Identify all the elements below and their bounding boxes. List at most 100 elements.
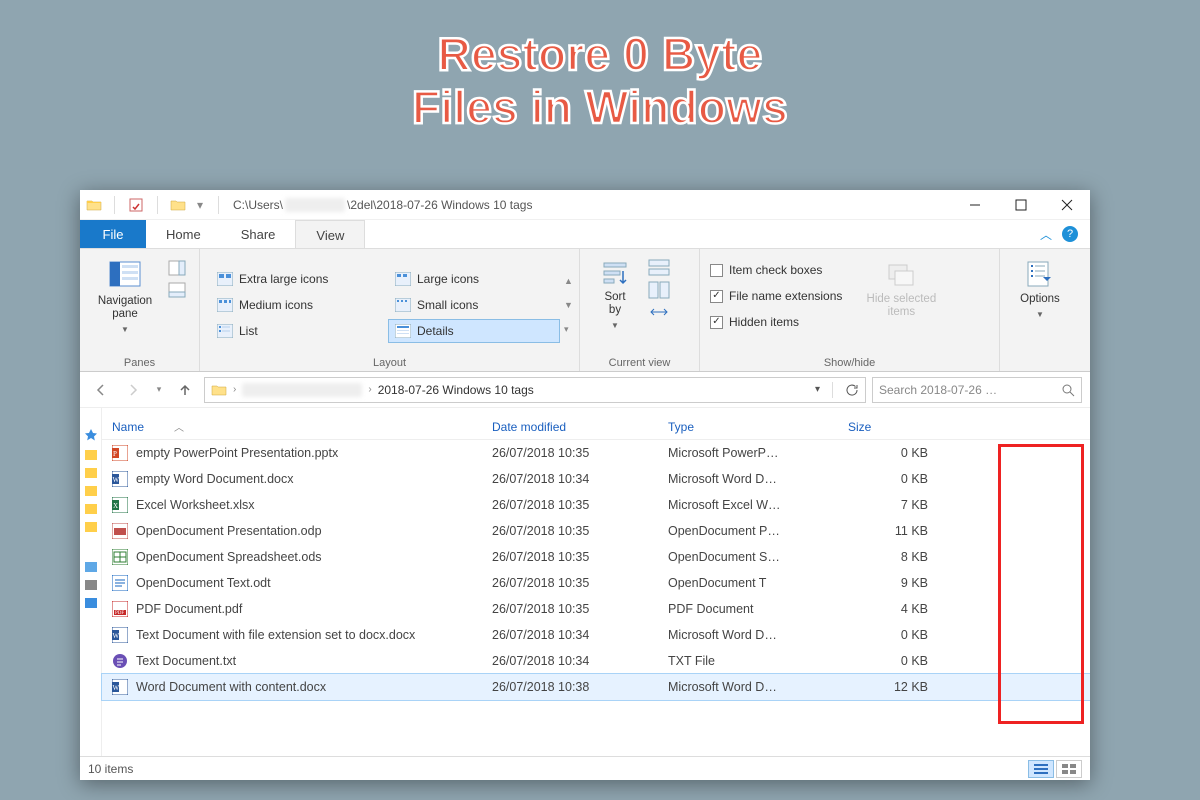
tab-home[interactable]: Home (146, 220, 221, 248)
nav-folder-icon (85, 450, 97, 460)
group-by-icon[interactable] (648, 259, 670, 277)
titlebar: ▾ C:\Users\ \2del\2018-07-26 Windows 10 … (80, 190, 1090, 220)
column-type[interactable]: Type (658, 420, 838, 434)
ribbon: Navigation pane ▼ Panes Extra large icon… (80, 248, 1090, 372)
nav-folder-icon (85, 486, 97, 496)
redacted-username (285, 198, 345, 212)
file-name: PDF Document.pdf (136, 602, 242, 616)
column-size[interactable]: Size (838, 420, 938, 434)
file-row[interactable]: PDF Document.pdf26/07/2018 10:35PDF Docu… (102, 596, 1090, 622)
help-icon[interactable]: ? (1062, 226, 1078, 242)
layout-scroll-down-icon[interactable]: ▼ (564, 300, 573, 310)
recent-locations-button[interactable]: ▾ (152, 377, 166, 403)
headline-line1: Restore 0 Byte (0, 28, 1200, 81)
file-row[interactable]: Word Document with content.docx26/07/201… (102, 674, 1090, 700)
layout-details[interactable]: Details (388, 319, 560, 343)
search-input[interactable]: Search 2018-07-26 … (872, 377, 1082, 403)
status-view-icons-button[interactable] (1056, 760, 1082, 778)
group-panes-label: Panes (90, 355, 189, 369)
status-item-count: 10 items (88, 762, 133, 776)
hide-selected-icon (886, 259, 916, 289)
file-type: Microsoft Word D… (658, 472, 838, 486)
file-row[interactable]: OpenDocument Presentation.odp26/07/2018 … (102, 518, 1090, 544)
layout-small-icons[interactable]: Small icons (388, 293, 560, 317)
file-type-icon (112, 523, 128, 539)
file-row[interactable]: OpenDocument Spreadsheet.ods26/07/2018 1… (102, 544, 1090, 570)
folder-icon-2 (170, 197, 186, 213)
layout-more-icon[interactable]: ▾ (564, 324, 573, 335)
minimize-button[interactable] (952, 190, 998, 220)
layout-medium-icons[interactable]: Medium icons (210, 293, 382, 317)
file-date: 26/07/2018 10:34 (482, 628, 658, 642)
navigation-pane-button[interactable]: Navigation pane ▼ (90, 255, 160, 334)
group-show-hide-label: Show/hide (710, 355, 989, 369)
file-row[interactable]: Excel Worksheet.xlsx26/07/2018 10:35Micr… (102, 492, 1090, 518)
file-name: empty Word Document.docx (136, 472, 293, 486)
tab-view[interactable]: View (295, 220, 365, 249)
file-row[interactable]: OpenDocument Text.odt 26/07/2018 10:35Ope… (102, 570, 1090, 596)
preview-pane-icon[interactable] (168, 259, 186, 277)
status-view-details-button[interactable] (1028, 760, 1054, 778)
close-button[interactable] (1044, 190, 1090, 220)
forward-button (120, 377, 146, 403)
maximize-button[interactable] (998, 190, 1044, 220)
nav-folder-icon (85, 468, 97, 478)
file-type-icon (112, 549, 128, 565)
file-name: OpenDocument Text.odt (136, 576, 271, 590)
file-date: 26/07/2018 10:34 (482, 654, 658, 668)
file-type: OpenDocument T (658, 576, 838, 590)
breadcrumb-current[interactable]: 2018-07-26 Windows 10 tags (378, 383, 534, 397)
file-row[interactable]: empty Word Document.docx26/07/2018 10:34… (102, 466, 1090, 492)
file-type-icon (112, 497, 128, 513)
address-dropdown-icon[interactable]: ▾ (815, 384, 820, 395)
refresh-button[interactable] (845, 383, 859, 397)
checkbox-hidden-items[interactable]: Hidden items (710, 311, 842, 333)
back-button[interactable] (88, 377, 114, 403)
file-type: Microsoft Excel W… (658, 498, 838, 512)
ribbon-collapse-icon[interactable]: ︿ (1040, 226, 1052, 243)
file-name: empty PowerPoint Presentation.pptx (136, 446, 338, 460)
column-date[interactable]: Date modified (482, 420, 658, 434)
details-pane-icon[interactable] (168, 281, 186, 299)
file-name: OpenDocument Presentation.odp (136, 524, 322, 538)
file-list: Name︿ Date modified Type Size empty Powe… (102, 408, 1090, 756)
window-title: C:\Users\ \2del\2018-07-26 Windows 10 ta… (233, 198, 532, 212)
file-date: 26/07/2018 10:35 (482, 576, 658, 590)
checkbox-file-name-extensions[interactable]: File name extensions (710, 285, 842, 307)
file-size: 0 KB (838, 628, 938, 642)
qat-properties-icon[interactable] (127, 196, 145, 214)
file-row[interactable]: Text Document.txt 26/07/2018 10:34TXT Fil… (102, 648, 1090, 674)
file-type-icon (112, 627, 128, 643)
file-type: Microsoft Word D… (658, 680, 838, 694)
sort-by-button[interactable]: Sort by ▼ (590, 255, 640, 330)
redacted-crumb (242, 383, 362, 397)
layout-extra-large-icons[interactable]: Extra large icons (210, 267, 382, 291)
tab-file[interactable]: File (80, 220, 146, 248)
checkbox-item-check-boxes[interactable]: Item check boxes (710, 259, 842, 281)
file-row[interactable]: Text Document with file extension set to… (102, 622, 1090, 648)
group-current-view-label: Current view (590, 355, 689, 369)
file-name: Text Document.txt (136, 654, 236, 668)
file-date: 26/07/2018 10:35 (482, 446, 658, 460)
file-row[interactable]: empty PowerPoint Presentation.pptx 26/07/… (102, 440, 1090, 466)
file-date: 26/07/2018 10:35 (482, 602, 658, 616)
address-bar[interactable]: › › 2018-07-26 Windows 10 tags ▾ (204, 377, 866, 403)
nav-folder-icon (85, 522, 97, 532)
layout-scroll-up-icon[interactable]: ▲ (564, 276, 573, 286)
file-type-icon (112, 601, 128, 617)
up-button[interactable] (172, 377, 198, 403)
tab-share[interactable]: Share (221, 220, 296, 248)
folder-icon (86, 197, 102, 213)
headline-line2: Files in Windows (0, 81, 1200, 134)
size-columns-icon[interactable] (648, 303, 670, 321)
layout-large-icons[interactable]: Large icons (388, 267, 560, 291)
layout-list[interactable]: List (210, 319, 382, 343)
add-columns-icon[interactable] (648, 281, 670, 299)
options-button[interactable]: Options ▼ (1010, 255, 1070, 319)
qat-dropdown-icon[interactable]: ▾ (194, 196, 206, 214)
file-size: 8 KB (838, 550, 938, 564)
nav-pane-collapsed[interactable] (80, 408, 102, 756)
column-name[interactable]: Name︿ (102, 419, 482, 434)
file-size: 12 KB (838, 680, 938, 694)
file-type: TXT File (658, 654, 838, 668)
